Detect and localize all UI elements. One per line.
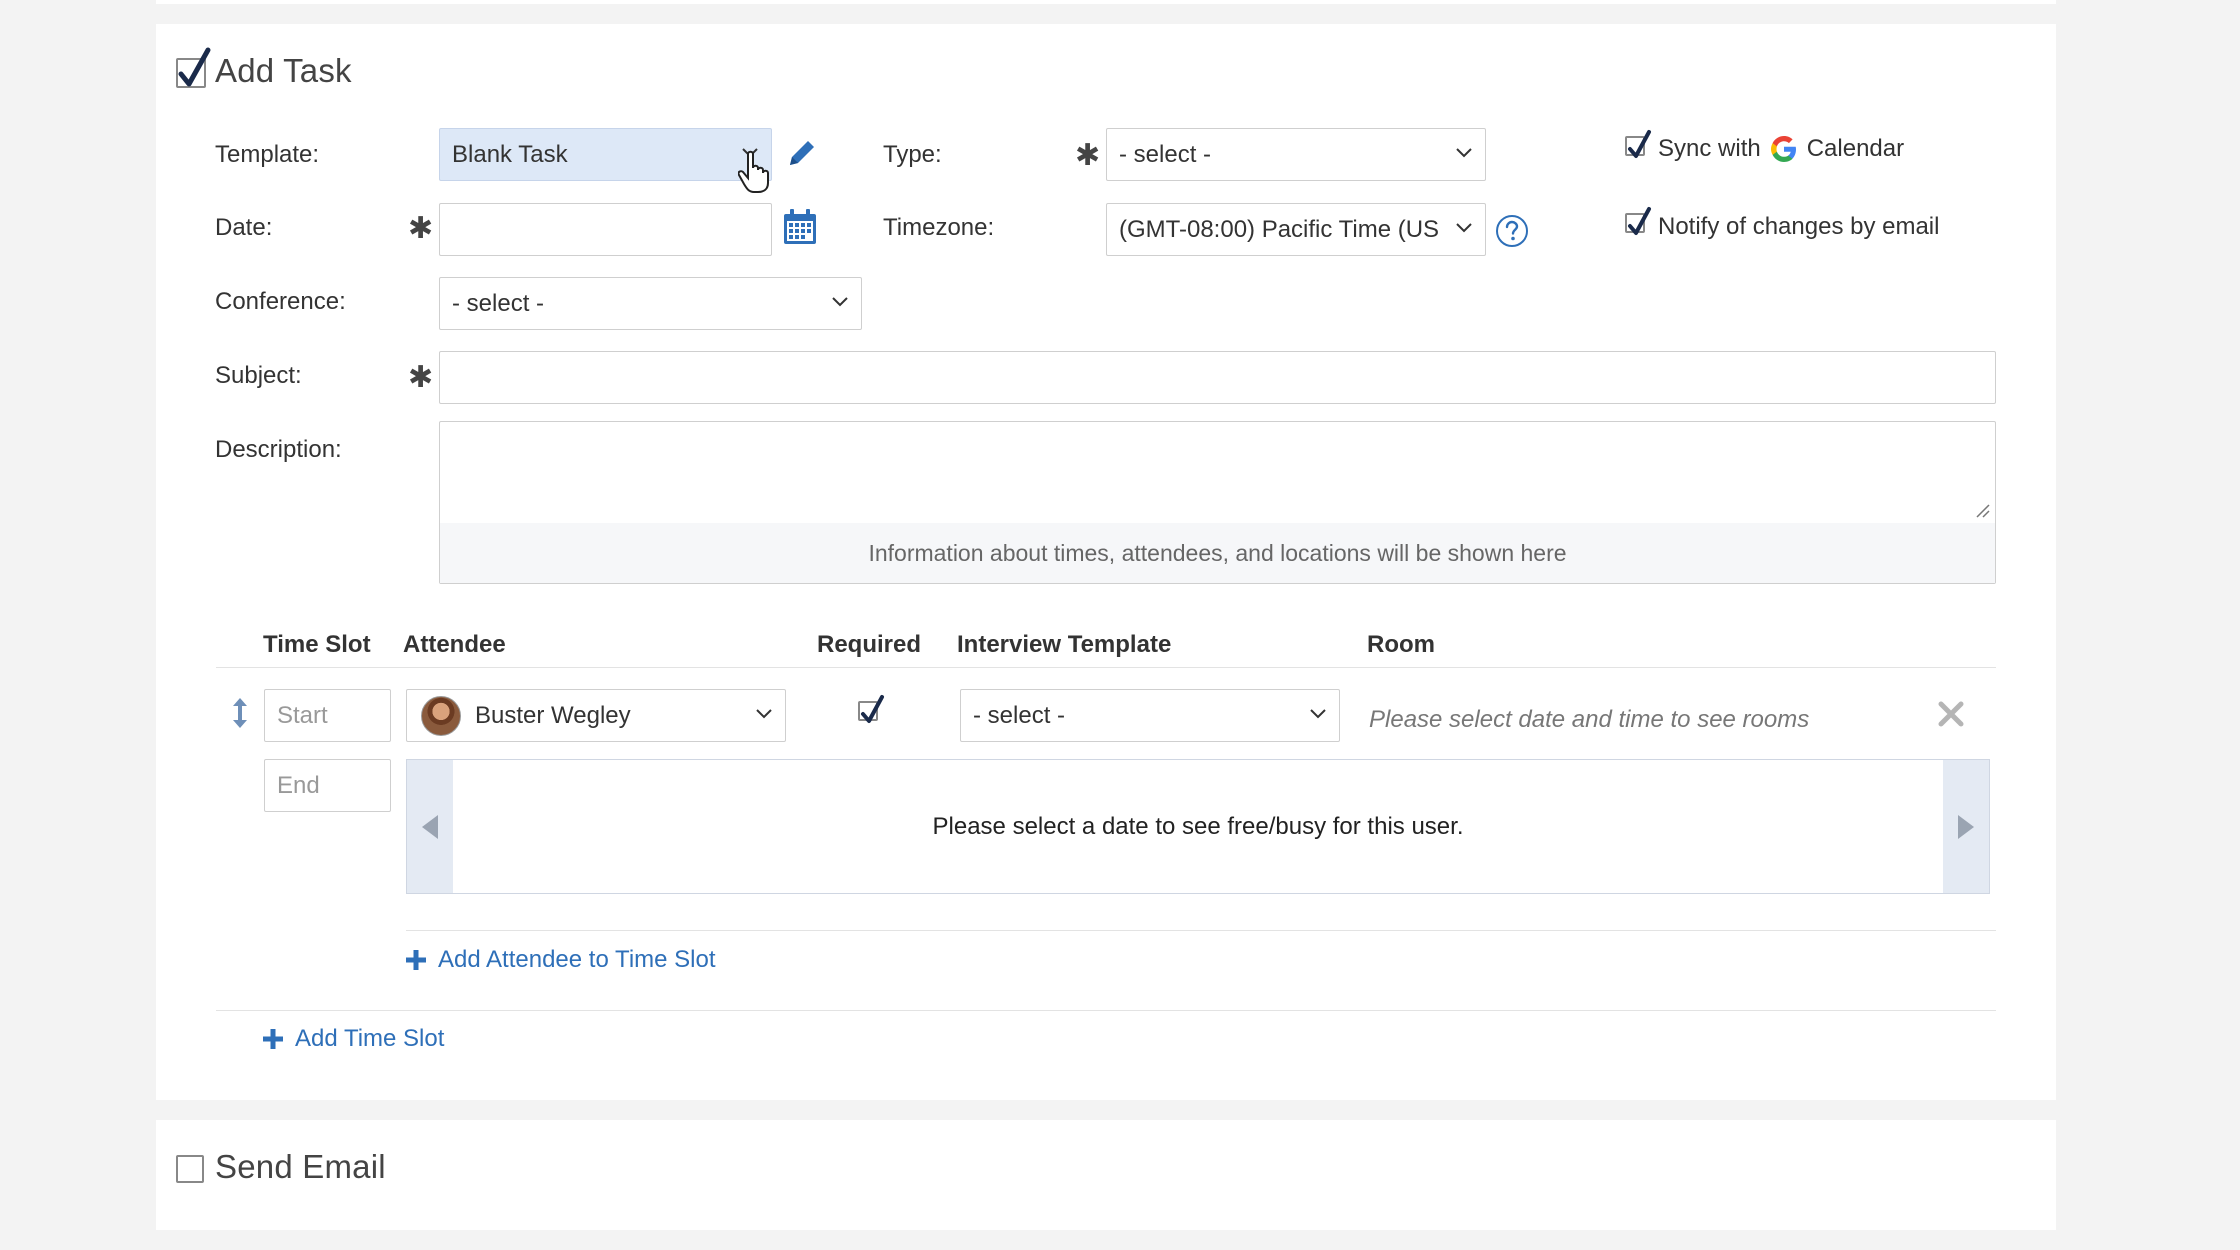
attendee-name: Buster Wegley	[475, 701, 631, 729]
pencil-icon[interactable]	[786, 137, 818, 169]
conference-select[interactable]: - select -	[439, 277, 862, 330]
hand-cursor-icon	[738, 150, 769, 193]
chevron-down-icon	[832, 296, 848, 306]
resize-handle-icon[interactable]	[1975, 503, 1991, 519]
freebusy-next-button[interactable]	[1943, 760, 1989, 893]
subject-label: Subject:	[215, 362, 302, 389]
arrow-left-icon	[422, 814, 438, 839]
type-select[interactable]: - select -	[1106, 128, 1486, 181]
date-label: Date:	[215, 214, 273, 241]
add-attendee-label: Add Attendee to Time Slot	[438, 946, 716, 973]
slot-end-placeholder: End	[277, 771, 320, 799]
table-divider	[216, 1010, 1996, 1011]
header-interview-template: Interview Template	[957, 631, 1172, 658]
template-label: Template:	[215, 141, 320, 168]
date-required-mark: ✱	[408, 212, 434, 245]
header-time-slot: Time Slot	[263, 631, 371, 658]
freebusy-message: Please select a date to see free/busy fo…	[932, 812, 1464, 840]
add-task-checkbox[interactable]	[176, 47, 211, 88]
add-task-title: Add Task	[215, 52, 352, 89]
chevron-down-icon	[1310, 708, 1326, 718]
checkbox-checked-icon	[1628, 130, 1651, 158]
send-email-title: Send Email	[215, 1148, 386, 1185]
sync-suffix: Calendar	[1806, 135, 1905, 162]
type-label: Type:	[883, 141, 942, 168]
freebusy-prev-button[interactable]	[407, 760, 453, 893]
interview-template-value: - select -	[973, 701, 1066, 729]
checkbox-checked-icon	[861, 695, 884, 723]
sync-calendar-label: Sync with Calendar	[1658, 134, 1904, 164]
date-input[interactable]	[439, 203, 772, 256]
header-required: Required	[817, 631, 922, 658]
arrow-right-icon	[1958, 814, 1974, 839]
header-divider	[216, 667, 1996, 668]
type-required-mark: ✱	[1075, 139, 1101, 172]
description-label: Description:	[215, 436, 342, 463]
plus-icon	[263, 1029, 283, 1049]
template-select-value: Blank Task	[452, 140, 568, 168]
checkbox-checked-icon	[1628, 207, 1651, 235]
subject-required-mark: ✱	[408, 361, 434, 394]
slot-end-input[interactable]: End	[264, 759, 391, 812]
subject-input[interactable]	[439, 351, 1996, 404]
send-email-checkbox[interactable]	[176, 1155, 204, 1183]
conference-label: Conference:	[215, 288, 346, 315]
timezone-select-value: (GMT-08:00) Pacific Time (US	[1119, 215, 1440, 243]
slot-divider	[406, 930, 1996, 931]
notify-email-checkbox[interactable]	[1625, 207, 1651, 235]
calendar-icon[interactable]	[782, 208, 818, 246]
template-select[interactable]: Blank Task	[439, 128, 772, 181]
add-time-slot-label: Add Time Slot	[295, 1025, 445, 1052]
remove-x-icon[interactable]	[1937, 700, 1965, 728]
notify-email-label: Notify of changes by email	[1658, 213, 1940, 240]
interview-template-select[interactable]: - select -	[960, 689, 1340, 742]
description-info-text: Information about times, attendees, and …	[440, 523, 1995, 583]
chevron-down-icon	[1455, 221, 1473, 234]
timezone-label: Timezone:	[883, 214, 995, 241]
type-select-value: - select -	[1119, 140, 1212, 168]
send-email-panel	[156, 1120, 2056, 1230]
help-icon[interactable]	[1495, 214, 1529, 248]
checkbox-checked-icon	[178, 47, 211, 87]
chevron-down-icon	[1456, 147, 1472, 157]
slot-start-placeholder: Start	[277, 701, 328, 729]
chevron-down-icon	[756, 708, 772, 718]
slot-start-input[interactable]: Start	[264, 689, 391, 742]
sync-calendar-checkbox[interactable]	[1625, 130, 1651, 158]
add-attendee-link[interactable]: Add Attendee to Time Slot	[404, 946, 716, 974]
timezone-select[interactable]: (GMT-08:00) Pacific Time (US	[1106, 203, 1486, 256]
freebusy-panel: Please select a date to see free/busy fo…	[406, 759, 1990, 894]
avatar	[421, 695, 461, 736]
google-g-icon	[1770, 136, 1796, 162]
conference-select-value: - select -	[452, 289, 545, 317]
required-checkbox[interactable]	[858, 695, 884, 723]
header-room: Room	[1367, 631, 1435, 658]
previous-panel-edge	[156, 0, 2056, 4]
attendee-select[interactable]: Buster Wegley	[406, 689, 786, 742]
drag-handle-icon[interactable]	[229, 696, 251, 730]
add-time-slot-link[interactable]: Add Time Slot	[261, 1025, 444, 1053]
room-message: Please select date and time to see rooms	[1369, 706, 1810, 733]
header-attendee: Attendee	[403, 631, 506, 658]
plus-icon	[406, 950, 426, 970]
sync-prefix: Sync with	[1658, 135, 1761, 162]
